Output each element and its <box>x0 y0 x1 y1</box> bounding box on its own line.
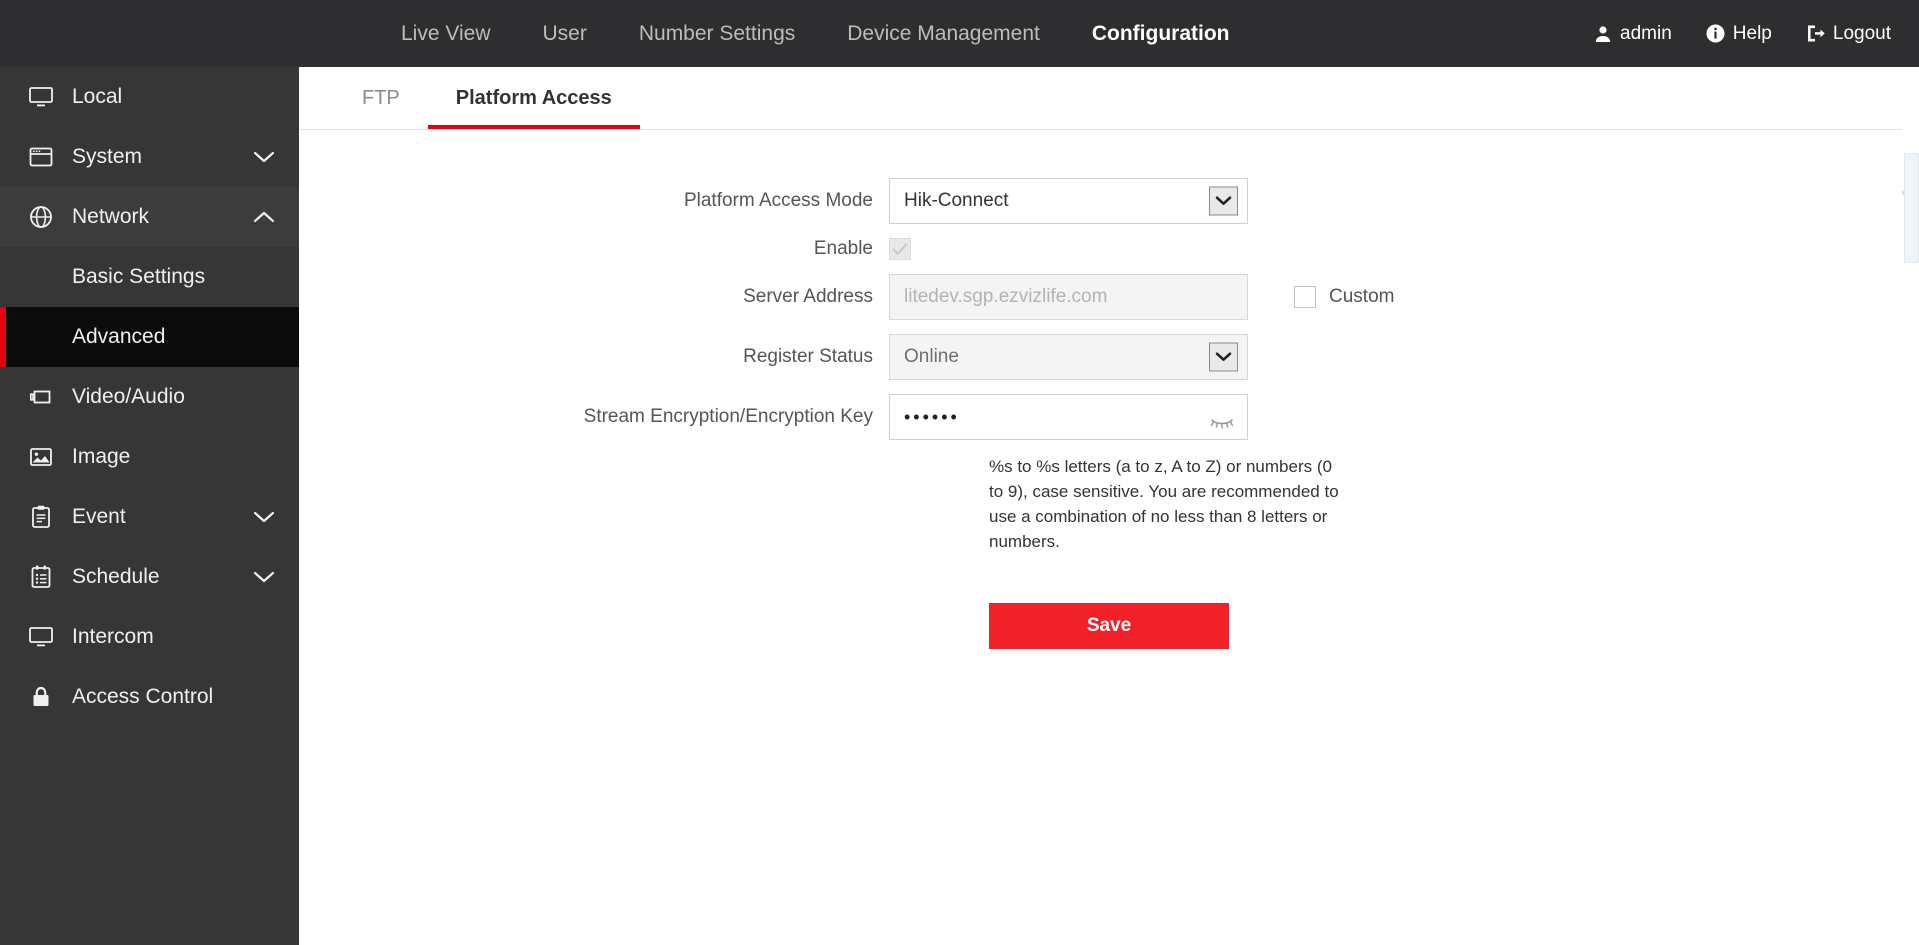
checklist-icon <box>26 562 56 592</box>
header-account-area: admin Help Logout <box>1593 0 1891 67</box>
user-icon <box>1593 24 1613 44</box>
platform-access-mode-field: Hik-Connect <box>889 178 1248 224</box>
register-status-field: Online <box>889 334 1248 380</box>
picture-icon <box>26 442 56 472</box>
nav-item-configuration[interactable]: Configuration <box>1066 0 1256 67</box>
sidebar-item-image[interactable]: Image <box>0 427 299 487</box>
sidebar-item-label: Intercom <box>72 625 154 648</box>
nav-item-number-settings[interactable]: Number Settings <box>613 0 821 67</box>
sidebar-subitem-basic-settings[interactable]: Basic Settings <box>0 247 299 307</box>
chevron-down-icon[interactable] <box>1209 186 1238 216</box>
encryption-key-label: Stream Encryption/Encryption Key <box>583 406 873 427</box>
custom-label: Custom <box>1329 286 1395 307</box>
enable-label: Enable <box>813 238 873 259</box>
chevron-down-icon <box>251 504 277 530</box>
tab-ftp[interactable]: FTP <box>334 67 428 129</box>
sidebar-item-video-audio[interactable]: Video/Audio <box>0 367 299 427</box>
chevron-up-icon <box>251 204 277 230</box>
sidebar-item-label: Network <box>72 205 150 228</box>
monitor-icon <box>26 622 56 652</box>
eye-off-icon[interactable] <box>1209 414 1235 432</box>
row-register-status: Register Status Online <box>299 334 1919 380</box>
row-server-address: Server Address litedev.sgp.ezvizlife.com… <box>299 274 1919 320</box>
encryption-key-input[interactable]: •••••• <box>889 394 1248 440</box>
help-button[interactable]: Help <box>1706 23 1772 45</box>
sidebar-item-network[interactable]: Network <box>0 187 299 247</box>
header-spacer <box>0 33 375 34</box>
page-root: Live View User Number Settings Device Ma… <box>0 0 1919 945</box>
sidebar-item-label: Video/Audio <box>72 385 185 408</box>
platform-access-mode-label: Platform Access Mode <box>683 190 873 211</box>
clipboard-icon <box>26 502 56 532</box>
sidebar-item-intercom[interactable]: Intercom <box>0 607 299 667</box>
chevron-down-icon <box>251 144 277 170</box>
logout-button[interactable]: Logout <box>1806 23 1891 45</box>
sidebar-item-system[interactable]: System <box>0 127 299 187</box>
sidebar-item-label: Local <box>72 85 123 108</box>
row-platform-access-mode: Platform Access Mode Hik-Connect <box>299 178 1919 224</box>
logout-icon <box>1806 24 1826 44</box>
encryption-key-value: •••••• <box>904 407 960 427</box>
register-status-select[interactable]: Online <box>889 334 1248 380</box>
sidebar-item-label: Image <box>72 445 131 468</box>
enable-field <box>889 238 911 260</box>
chevron-down-icon[interactable] <box>1209 342 1238 372</box>
platform-access-mode-select[interactable]: Hik-Connect <box>889 178 1248 224</box>
sidebar-item-access-control[interactable]: Access Control <box>0 667 299 727</box>
enable-checkbox[interactable] <box>889 238 911 260</box>
window-icon <box>26 142 56 172</box>
logout-label: Logout <box>1832 22 1891 44</box>
sidebar-item-event[interactable]: Event <box>0 487 299 547</box>
sidebar-item-label: Schedule <box>72 565 160 588</box>
register-status-label: Register Status <box>743 346 873 367</box>
sidebar-item-label: Event <box>72 505 126 528</box>
sidebar-item-label: Access Control <box>72 685 214 708</box>
monitor-icon <box>26 82 56 112</box>
save-button[interactable]: Save <box>989 602 1229 649</box>
globe-icon <box>26 202 56 232</box>
account-name: admin <box>1620 22 1672 44</box>
nav-item-live-view[interactable]: Live View <box>375 0 517 67</box>
register-status-value: Online <box>904 346 959 367</box>
sidebar-item-label: System <box>72 145 143 168</box>
sidebar: Local System Network Basic Settings Adva… <box>0 67 299 945</box>
sidebar-subitem-advanced[interactable]: Advanced <box>0 307 299 367</box>
nav-item-user[interactable]: User <box>517 0 613 67</box>
account-button[interactable]: admin <box>1593 23 1672 45</box>
sidebar-item-local[interactable]: Local <box>0 67 299 127</box>
platform-access-mode-value: Hik-Connect <box>904 190 1009 211</box>
lock-icon <box>26 682 56 712</box>
nav-item-device-management[interactable]: Device Management <box>821 0 1066 67</box>
tab-platform-access[interactable]: Platform Access <box>427 67 640 129</box>
sidebar-item-schedule[interactable]: Schedule <box>0 547 299 607</box>
main-nav: Live View User Number Settings Device Ma… <box>375 0 1256 67</box>
encryption-key-field: •••••• <box>889 394 1248 440</box>
scrollbar-thumb[interactable] <box>1904 153 1919 263</box>
custom-checkbox[interactable] <box>1294 286 1316 308</box>
help-label: Help <box>1732 22 1772 44</box>
row-enable: Enable <box>299 238 1919 260</box>
server-address-input[interactable]: litedev.sgp.ezvizlife.com <box>889 274 1248 320</box>
page-scrollbar[interactable] <box>1902 67 1919 945</box>
content-area: FTP Platform Access Platform Access Mode… <box>299 67 1919 945</box>
save-button-wrap: Save <box>989 602 1919 649</box>
server-address-label: Server Address <box>743 286 873 307</box>
camera-icon <box>26 382 56 412</box>
custom-checkbox-group: Custom <box>1294 286 1394 308</box>
row-encryption-key: Stream Encryption/Encryption Key •••••• <box>299 394 1919 440</box>
platform-access-form: Platform Access Mode Hik-Connect Enable <box>299 130 1919 649</box>
server-address-field: litedev.sgp.ezvizlife.com Custom <box>889 274 1394 320</box>
chevron-down-icon <box>251 564 277 590</box>
encryption-key-hint: %s to %s letters (a to z, A to Z) or num… <box>989 457 1339 552</box>
info-icon <box>1706 24 1726 44</box>
tab-bar: FTP Platform Access <box>299 67 1919 130</box>
top-header: Live View User Number Settings Device Ma… <box>0 0 1919 67</box>
